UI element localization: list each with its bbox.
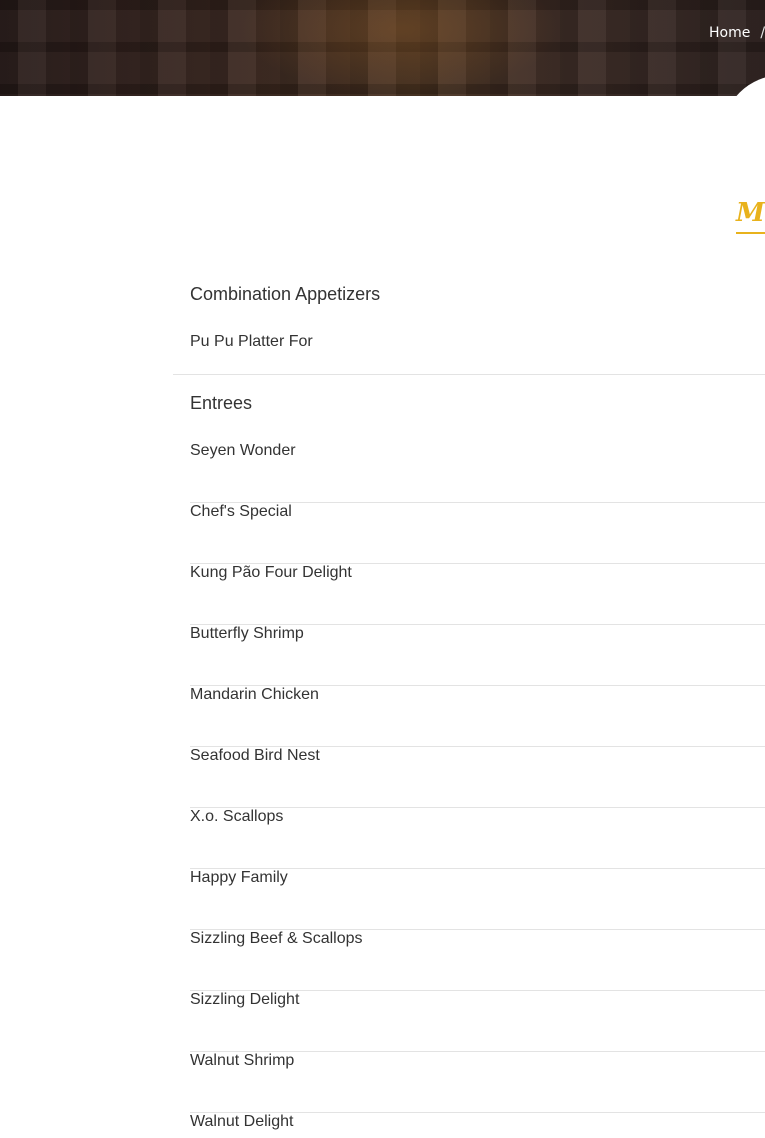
menu-item-label: Walnut Shrimp xyxy=(190,1052,295,1069)
hero-background-image xyxy=(240,0,560,96)
menu-item-label: Sizzling Delight xyxy=(190,991,300,1008)
menu-item-label: Seyen Wonder xyxy=(190,442,296,459)
menu-item[interactable]: Walnut Delight xyxy=(190,1113,765,1138)
section-divider xyxy=(173,374,765,375)
menu-item[interactable]: Seafood Bird Nest xyxy=(190,747,765,808)
menu-title: Me xyxy=(736,198,765,234)
menu-item-label: Seafood Bird Nest xyxy=(190,747,320,764)
menu-item[interactable]: Happy Family xyxy=(190,869,765,930)
menu-item-label: Sizzling Beef & Scallops xyxy=(190,930,363,947)
menu-item-label: Mandarin Chicken xyxy=(190,686,319,703)
menu-item[interactable]: Seyen Wonder xyxy=(190,442,765,503)
menu-item[interactable]: Walnut Shrimp xyxy=(190,1052,765,1113)
menu-item[interactable]: Pu Pu Platter For xyxy=(190,333,765,394)
menu-item-label: Pu Pu Platter For xyxy=(190,333,313,350)
breadcrumb-separator: / xyxy=(760,25,765,41)
menu-item-label: X.o. Scallops xyxy=(190,808,284,825)
menu-item-label: Walnut Delight xyxy=(190,1113,294,1130)
menu-item[interactable]: Chef's Special xyxy=(190,503,765,564)
breadcrumb: Home / xyxy=(709,25,765,41)
menu-item-label: Happy Family xyxy=(190,869,288,886)
menu-item-label: Kung Pão Four Delight xyxy=(190,564,352,581)
hero-banner: Home / xyxy=(0,0,765,96)
menu-item[interactable]: Kung Pão Four Delight xyxy=(190,564,765,625)
breadcrumb-home-link[interactable]: Home xyxy=(709,25,750,41)
menu-item[interactable]: X.o. Scallops xyxy=(190,808,765,869)
menu-item[interactable]: Mandarin Chicken xyxy=(190,686,765,747)
section-heading-combination-appetizers: Combination Appetizers xyxy=(190,284,381,304)
menu-item[interactable]: Sizzling Beef & Scallops xyxy=(190,930,765,991)
menu-item-label: Butterfly Shrimp xyxy=(190,625,304,642)
menu-item-label: Chef's Special xyxy=(190,503,292,520)
page: Home / Me Combination Appetizers Pu Pu Pl… xyxy=(0,0,765,1138)
menu-item[interactable]: Butterfly Shrimp xyxy=(190,625,765,686)
menu-item[interactable]: Sizzling Delight xyxy=(190,991,765,1052)
section-heading-entrees: Entrees xyxy=(190,393,253,413)
